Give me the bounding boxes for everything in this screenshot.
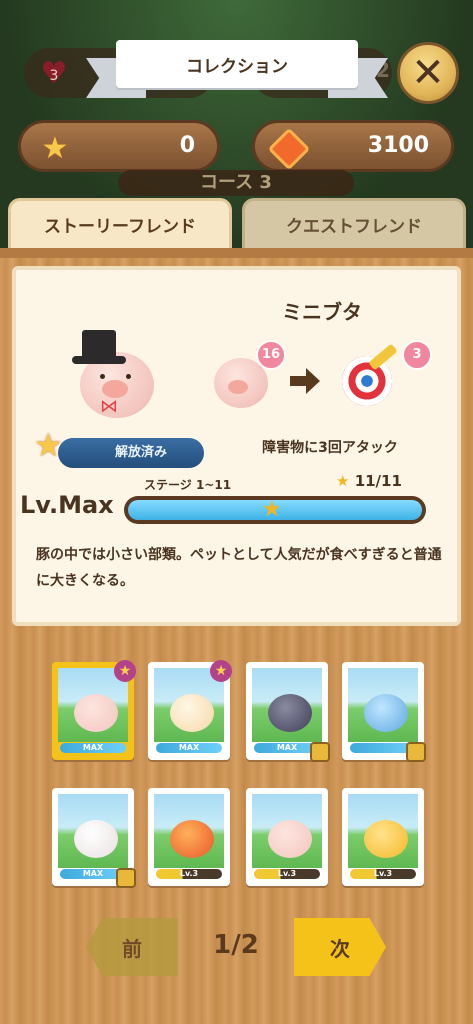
prev-page-button[interactable]: 前 [86, 918, 178, 976]
friend-description: 豚の中では小さい部類。ペットとして人気だが食べすぎると普通に大きくなる。 [36, 547, 442, 589]
wood-top-strip [0, 248, 473, 258]
gem-icon [267, 127, 311, 171]
rainbow-star-icon: ★ [114, 660, 136, 682]
task-text: 障害物に3回アタック [262, 440, 398, 456]
friend-card-5[interactable]: MAX [52, 788, 136, 888]
page-title: コレクション [116, 40, 358, 88]
friend-card-1[interactable]: MAX ★ [52, 660, 136, 760]
friend-card-level: Lv.3 [254, 869, 320, 879]
friend-card-level: Lv.3 [350, 869, 416, 879]
friend-card-8[interactable]: Lv.3 [342, 788, 424, 886]
key-icon: ★ [41, 131, 69, 166]
friend-card-7[interactable]: Lv.3 [246, 788, 328, 886]
star-icon: ★ [336, 472, 350, 490]
rainbow-star-icon: ★ [262, 497, 282, 522]
target-icon [342, 356, 392, 406]
close-button[interactable]: ✕ [397, 42, 459, 104]
hat-brim [72, 356, 126, 364]
key-counter: ★ 0 [18, 120, 220, 172]
friend-card-level: Lv.3 [156, 869, 222, 879]
lock-icon [310, 742, 330, 762]
friend-card-3[interactable]: MAX [246, 662, 330, 762]
friend-name: ミニブタ [282, 300, 362, 324]
star-count-text: 11/11 [354, 472, 402, 490]
level-label: Lv.Max [20, 491, 114, 519]
star-count: ★ 11/11 [336, 472, 402, 490]
title-ribbon: コレクション [86, 40, 388, 98]
gem-counter: 3100 [252, 120, 454, 172]
lock-icon [406, 742, 426, 762]
close-icon: ✕ [411, 50, 445, 96]
heart-icon: ♥ 3 [40, 56, 68, 91]
tab-story-friend[interactable]: ストーリーフレンド [8, 198, 232, 248]
gem-count: 3100 [367, 133, 429, 158]
rainbow-star-icon: ★ [210, 660, 232, 682]
lock-icon [116, 868, 136, 888]
friend-card-level: MAX [156, 743, 222, 753]
friend-card-6[interactable]: Lv.3 [148, 788, 230, 886]
course-label-dim: コース 3 [118, 170, 354, 196]
tab-quest-friend[interactable]: クエストフレンド [242, 198, 466, 248]
key-count: 0 [179, 133, 195, 158]
attack-count-badge: 3 [402, 340, 432, 370]
arrow-right-icon [290, 368, 320, 394]
friend-card-2[interactable]: MAX ★ [148, 660, 232, 760]
bow-tie-icon: ⋈ [100, 396, 118, 417]
stage-range: ステージ 1~11 [144, 478, 232, 492]
page-indicator: 1/2 [213, 930, 259, 960]
unlocked-badge: 解放済み [58, 438, 204, 468]
next-page-button[interactable]: 次 [294, 918, 386, 976]
goal-count-badge: 16 [256, 340, 286, 370]
friend-card-4[interactable] [342, 662, 426, 762]
friend-card-level: MAX [60, 743, 126, 753]
rainbow-key-icon: ★ [34, 426, 63, 464]
